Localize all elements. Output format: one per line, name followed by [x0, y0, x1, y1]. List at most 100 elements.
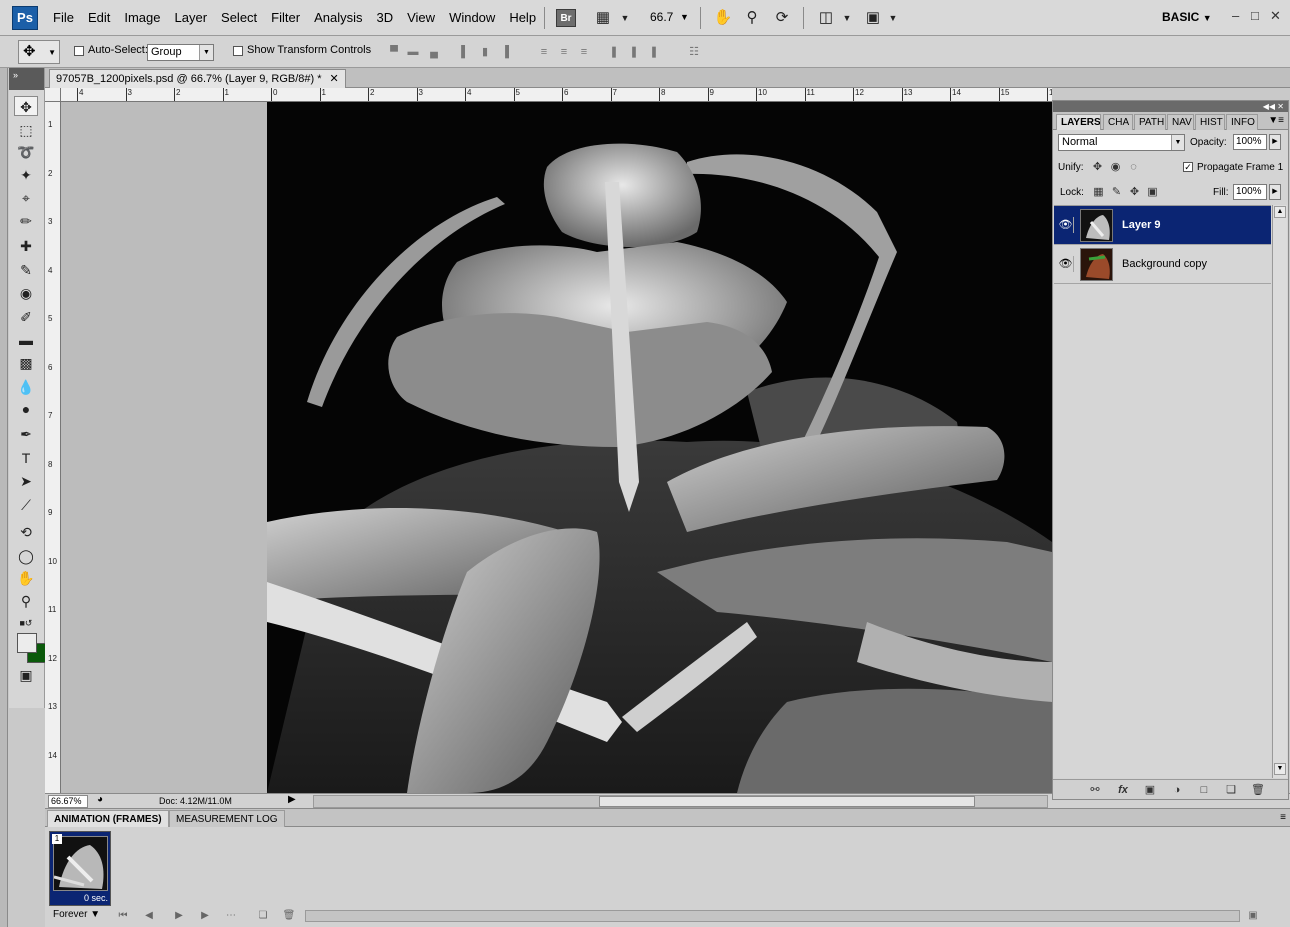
layer-row[interactable]: 👁 Background copy: [1054, 245, 1271, 284]
distribute-hcenter-icon[interactable]: ❚: [626, 45, 642, 59]
menu-view[interactable]: View: [400, 0, 442, 36]
close-icon[interactable]: ✕: [1270, 8, 1281, 24]
unify-style-icon[interactable]: ◌: [1127, 161, 1140, 174]
screen-mode-icon[interactable]: ▣: [862, 8, 884, 28]
menu-select[interactable]: Select: [214, 0, 264, 36]
mini-bridge-icon[interactable]: ▦: [592, 8, 614, 28]
delete-layer-icon[interactable]: 🗑: [1250, 783, 1266, 797]
close-icon[interactable]: ✕: [330, 73, 339, 85]
distribute-bottom-icon[interactable]: ≡: [576, 45, 592, 59]
dodge-tool-icon[interactable]: ●: [14, 399, 38, 419]
align-vcenter-icon[interactable]: ▬: [405, 45, 421, 59]
align-top-icon[interactable]: ▀: [386, 45, 402, 59]
tab-info[interactable]: INFO: [1226, 114, 1258, 130]
align-left-icon[interactable]: ▌: [457, 45, 473, 59]
panel-menu-icon[interactable]: ▼≡: [1268, 115, 1284, 126]
3d-orbit-icon[interactable]: ◯: [14, 546, 38, 566]
toolbox-grip[interactable]: »: [9, 68, 44, 90]
menu-analysis[interactable]: Analysis: [307, 0, 369, 36]
menu-layer[interactable]: Layer: [168, 0, 215, 36]
zoom-tool-icon[interactable]: ⚲: [14, 591, 38, 611]
lasso-tool-icon[interactable]: ➰: [14, 142, 38, 162]
align-hcenter-icon[interactable]: ▮: [477, 45, 493, 59]
chevron-down-icon[interactable]: ▼: [614, 8, 636, 28]
line-tool-icon[interactable]: ⟋: [14, 495, 38, 515]
distribute-vcenter-icon[interactable]: ≡: [556, 45, 572, 59]
menu-help[interactable]: Help: [502, 0, 543, 36]
lock-pixels-icon[interactable]: ✎: [1110, 186, 1123, 199]
new-group-icon[interactable]: □: [1196, 783, 1212, 797]
menu-window[interactable]: Window: [442, 0, 502, 36]
tool-preset-picker[interactable]: ✥ ▼: [18, 40, 60, 64]
opacity-field[interactable]: 100%: [1233, 134, 1267, 150]
rotate-view-icon[interactable]: ⟳: [771, 8, 793, 28]
opacity-arrow-icon[interactable]: ▶: [1269, 134, 1281, 150]
scroll-down-icon[interactable]: ▼: [1274, 763, 1286, 775]
align-bottom-icon[interactable]: ▄: [426, 45, 442, 59]
show-transform-checkbox[interactable]: [233, 46, 243, 56]
menu-filter[interactable]: Filter: [264, 0, 307, 36]
blur-tool-icon[interactable]: 💧: [14, 377, 38, 397]
menu-file[interactable]: File: [46, 0, 81, 36]
scroll-up-icon[interactable]: ▲: [1274, 206, 1286, 218]
3d-rotate-icon[interactable]: ⟲: [14, 522, 38, 542]
blend-mode-select[interactable]: Normal ▼: [1058, 134, 1185, 151]
magic-wand-icon[interactable]: ✦: [14, 165, 38, 185]
status-menu-icon[interactable]: ◕: [97, 794, 103, 805]
animation-frame[interactable]: 1 0 sec.: [49, 831, 111, 906]
distribute-right-icon[interactable]: ❚: [646, 45, 662, 59]
align-right-icon[interactable]: ▐: [497, 45, 513, 59]
auto-align-layers-icon[interactable]: ☷: [686, 45, 702, 59]
foreground-color-swatch[interactable]: [17, 633, 37, 653]
horizontal-ruler[interactable]: 432101234567891011121314151617181920: [61, 88, 1052, 102]
history-brush-icon[interactable]: ✐: [14, 307, 38, 327]
adjustment-layer-icon[interactable]: ◑: [1169, 783, 1185, 797]
propagate-frame-checkbox[interactable]: ✓: [1183, 162, 1193, 172]
next-frame-icon[interactable]: ▶: [197, 909, 213, 922]
lock-all-icon[interactable]: ▣: [1146, 186, 1159, 199]
auto-select-checkbox[interactable]: [74, 46, 84, 56]
tab-history[interactable]: HIST: [1195, 114, 1225, 130]
panel-menu-icon[interactable]: ≡: [1280, 812, 1286, 823]
document-tab[interactable]: 97057B_1200pixels.psd @ 66.7% (Layer 9, …: [49, 69, 346, 88]
animation-scrollbar[interactable]: [305, 910, 1240, 922]
eye-icon[interactable]: 👁: [1058, 217, 1074, 233]
maximize-icon[interactable]: □: [1251, 8, 1259, 23]
eye-icon[interactable]: 👁: [1058, 256, 1074, 272]
chevron-down-icon[interactable]: ▼: [836, 8, 858, 28]
tab-animation-frames[interactable]: ANIMATION (FRAMES): [47, 810, 169, 827]
eraser-icon[interactable]: ▬: [14, 330, 38, 350]
tab-channels[interactable]: CHA: [1103, 114, 1133, 130]
convert-timeline-icon[interactable]: ▣: [1245, 909, 1261, 922]
default-colors-icon[interactable]: ■↺: [14, 613, 38, 633]
zoom-field[interactable]: 66.67%: [48, 795, 88, 808]
lock-transparency-icon[interactable]: ▦: [1092, 186, 1105, 199]
hand-icon[interactable]: ✋: [712, 8, 734, 28]
link-layers-icon[interactable]: ⚯: [1087, 783, 1103, 797]
add-mask-icon[interactable]: ▣: [1142, 783, 1158, 797]
marquee-tool-icon[interactable]: ⬚: [14, 120, 38, 140]
zoom-level-display[interactable]: 66.7: [650, 10, 673, 24]
doc-size-info[interactable]: Doc: 4.12M/11.0M: [159, 795, 232, 808]
tab-layers[interactable]: LAYERS: [1056, 114, 1101, 130]
layer-name[interactable]: Layer 9: [1122, 219, 1161, 231]
ruler-origin[interactable]: [45, 88, 61, 102]
clone-stamp-icon[interactable]: ◉: [14, 283, 38, 303]
crop-tool-icon[interactable]: ⌖: [14, 188, 38, 208]
vertical-ruler[interactable]: 1 2 3 4 5 6 7 8 9 10 11 12 13 14: [45, 102, 61, 793]
layer-style-icon[interactable]: fx: [1115, 783, 1131, 797]
lock-position-icon[interactable]: ✥: [1128, 186, 1141, 199]
canvas-area[interactable]: [61, 102, 1052, 793]
loop-select[interactable]: Forever ▼: [53, 909, 100, 920]
move-tool-icon[interactable]: ✥: [14, 96, 38, 116]
bridge-button[interactable]: Br: [556, 9, 576, 27]
tab-navigator[interactable]: NAV: [1167, 114, 1194, 130]
tween-icon[interactable]: ⋯: [223, 909, 239, 922]
frame-delay[interactable]: 0 sec.: [50, 893, 108, 903]
auto-select-mode-select[interactable]: Group ▼: [147, 44, 214, 61]
unify-visibility-icon[interactable]: ◉: [1109, 161, 1122, 174]
status-arrow-icon[interactable]: ▶: [288, 794, 296, 805]
play-icon[interactable]: ▶: [171, 909, 187, 922]
menu-edit[interactable]: Edit: [81, 0, 117, 36]
menu-image[interactable]: Image: [117, 0, 167, 36]
